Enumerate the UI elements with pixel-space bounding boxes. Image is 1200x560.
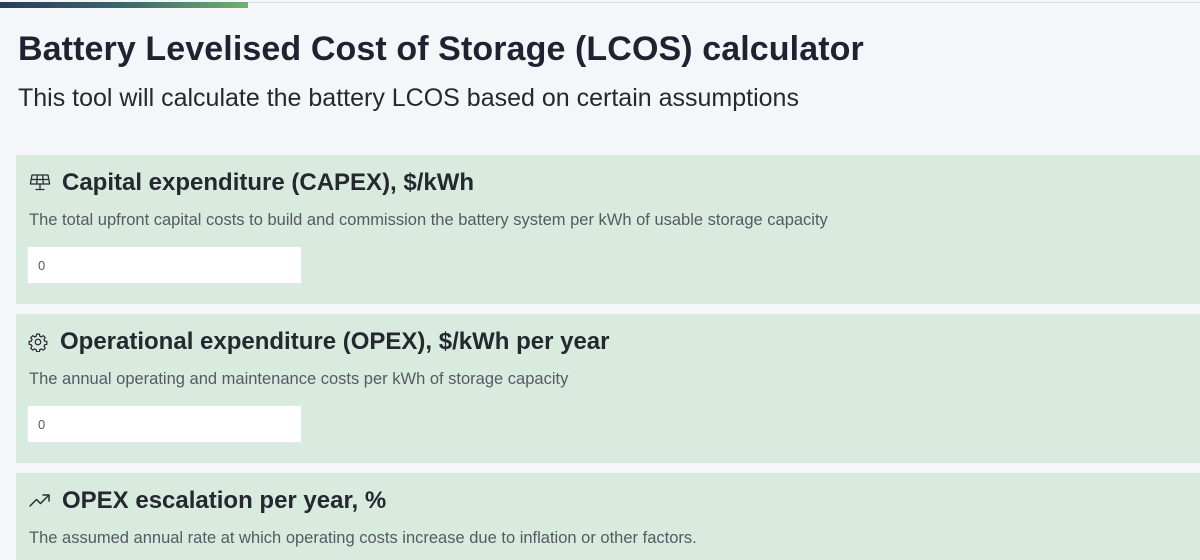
page-subtitle: This tool will calculate the battery LCO… [18, 84, 799, 112]
gear-icon [28, 332, 48, 352]
capex-card-header: Capital expenditure (CAPEX), $/kWh [28, 169, 474, 197]
lcos-calculator-page: Battery Levelised Cost of Storage (LCOS)… [0, 0, 1200, 560]
opex-escalation-title: OPEX escalation per year, % [62, 487, 387, 514]
opex-card-header: Operational expenditure (OPEX), $/kWh pe… [28, 328, 609, 356]
opex-escalation-description: The assumed annual rate at which operati… [29, 529, 697, 547]
opex-description: The annual operating and maintenance cos… [29, 370, 569, 388]
opex-escalation-card: OPEX escalation per year, % The assumed … [16, 473, 1200, 560]
opex-card: Operational expenditure (OPEX), $/kWh pe… [16, 314, 1200, 463]
capex-title: Capital expenditure (CAPEX), $/kWh [62, 169, 475, 196]
solar-panel-icon [28, 171, 52, 195]
opex-title: Operational expenditure (OPEX), $/kWh pe… [60, 328, 610, 355]
page-title: Battery Levelised Cost of Storage (LCOS)… [18, 30, 864, 68]
trending-up-icon [28, 489, 52, 513]
opex-input[interactable] [27, 405, 302, 443]
capex-description: The total upfront capital costs to build… [29, 211, 828, 229]
opex-escalation-card-header: OPEX escalation per year, % [28, 487, 386, 515]
progress-accent-bar [0, 2, 248, 8]
capex-input[interactable] [27, 246, 302, 284]
capex-card: Capital expenditure (CAPEX), $/kWh The t… [16, 155, 1200, 304]
